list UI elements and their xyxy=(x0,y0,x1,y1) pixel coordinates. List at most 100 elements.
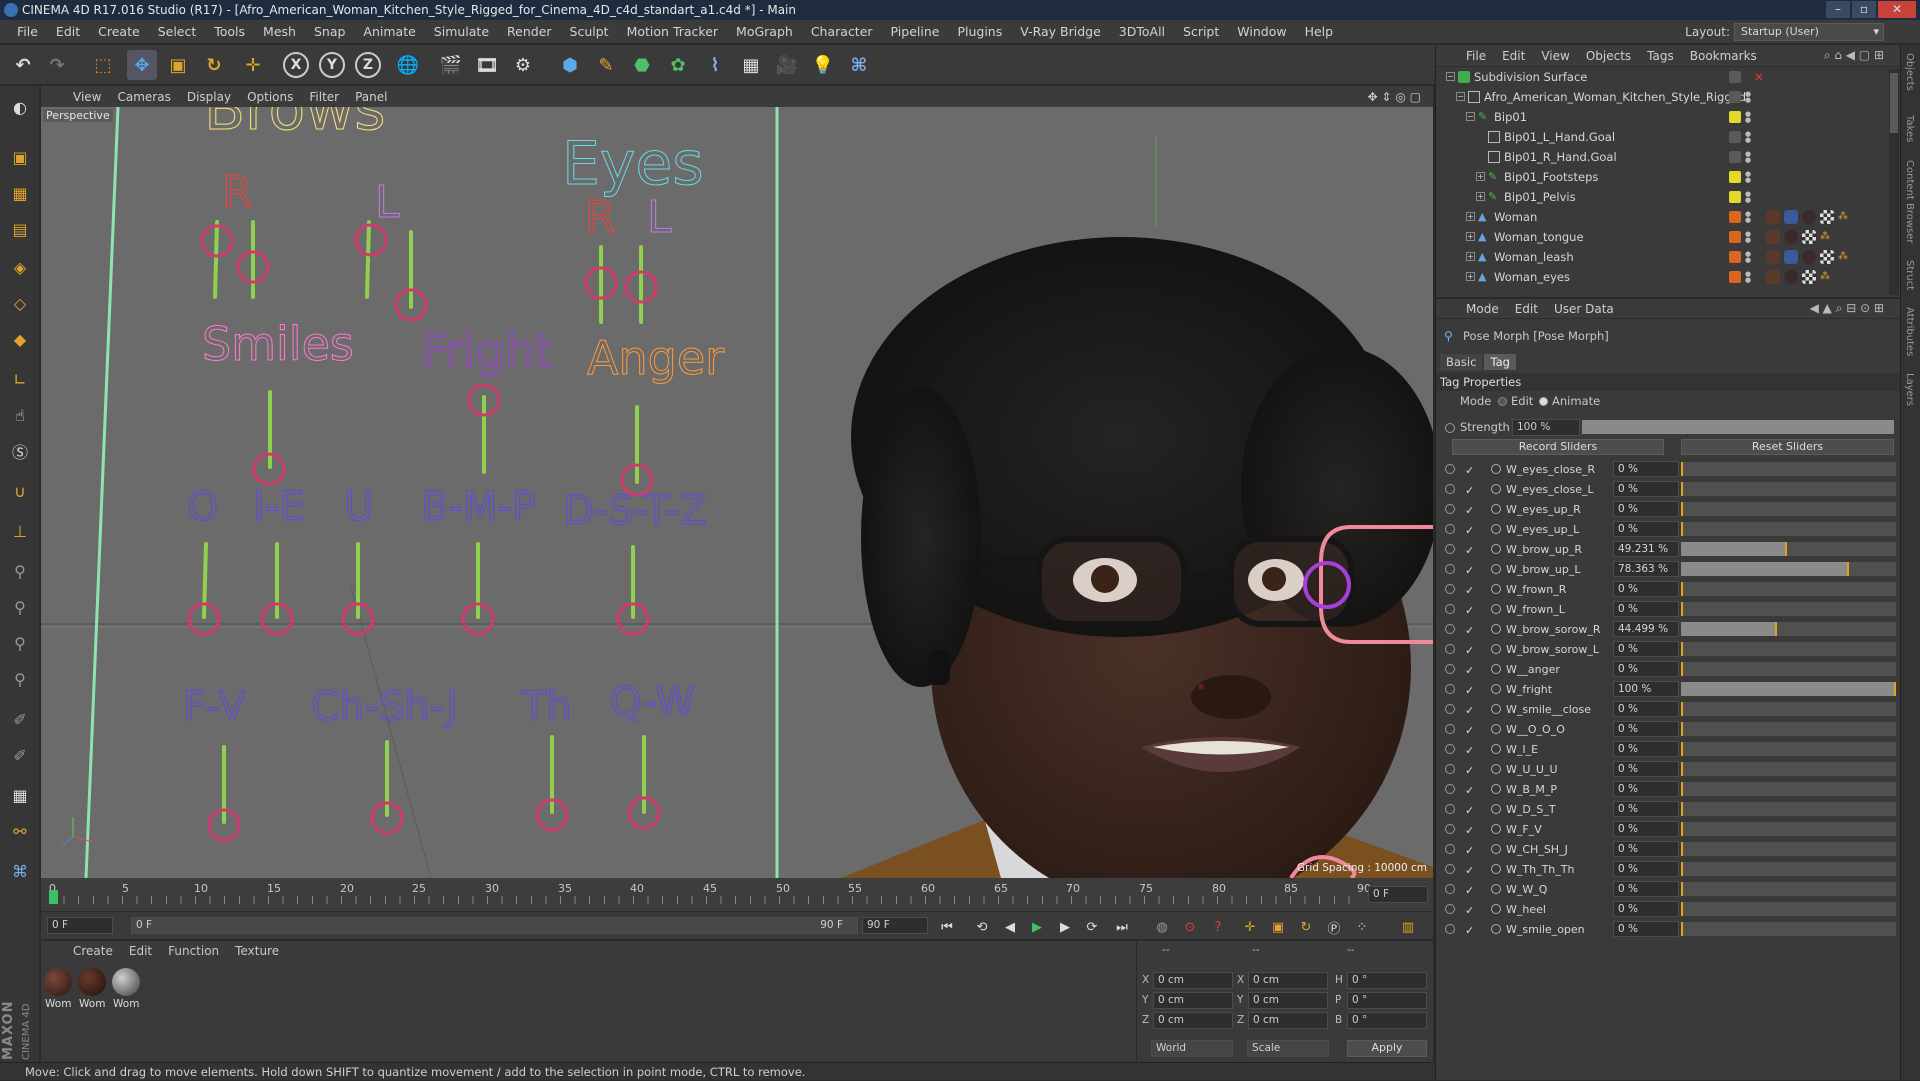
morph-row[interactable]: ✓ W_eyes_up_R 0 % xyxy=(1436,500,1901,519)
menu-mesh[interactable]: Mesh xyxy=(254,20,305,44)
morph-slider[interactable] xyxy=(1681,482,1896,496)
size-y-field[interactable]: 0 cm xyxy=(1248,992,1328,1009)
next-key-icon[interactable]: ⟳ xyxy=(1081,917,1103,937)
key-position-icon[interactable]: ✛ xyxy=(1239,917,1261,937)
pose-morph-tag-icon[interactable] xyxy=(1784,250,1798,264)
morph-value-field[interactable]: 0 % xyxy=(1613,741,1679,757)
morph-radio[interactable] xyxy=(1491,604,1501,614)
coordinate-system-icon[interactable]: 🌐 xyxy=(393,50,423,80)
animate-dot-icon[interactable] xyxy=(1445,784,1455,794)
morph-slider[interactable] xyxy=(1681,662,1896,676)
collapse-icon[interactable]: − xyxy=(1446,72,1455,81)
camera-icon[interactable]: 🎥 xyxy=(772,50,802,80)
morph-radio[interactable] xyxy=(1491,464,1501,474)
morph-row[interactable]: ✓ W_brow_up_R 49.231 % xyxy=(1436,540,1901,559)
grid-icon[interactable]: ▦ xyxy=(4,780,36,810)
enabled-checkmark-icon[interactable]: ✓ xyxy=(1465,861,1474,880)
morph-slider[interactable] xyxy=(1681,902,1896,916)
morph-slider[interactable] xyxy=(1681,682,1896,696)
go-to-end-icon[interactable]: ⏭ xyxy=(1111,917,1133,937)
mode-animate-radio[interactable] xyxy=(1539,397,1548,406)
lock-workplane-icon[interactable]: ⊥ xyxy=(4,516,36,546)
pen-spline-icon[interactable]: ✎ xyxy=(591,50,621,80)
morph-slider-handle[interactable] xyxy=(1681,522,1683,536)
enabled-checkmark-icon[interactable]: ✓ xyxy=(1465,521,1474,540)
enabled-checkmark-icon[interactable]: ✓ xyxy=(1465,721,1474,740)
3d-viewport[interactable]: Brows Eyes R L R L Smiles Fright Anger O… xyxy=(41,107,1433,878)
tree-row-afro-american-woman[interactable]: − Afro_American_Woman_Kitchen_Style_Rigg… xyxy=(1436,87,1901,107)
animate-dot-icon[interactable] xyxy=(1445,844,1455,854)
visibility-dots-icon[interactable]: ● ● xyxy=(1745,251,1751,264)
morph-radio[interactable] xyxy=(1491,584,1501,594)
enabled-checkmark-icon[interactable]: ✓ xyxy=(1465,481,1474,500)
key-parameter-icon[interactable]: Ⓟ xyxy=(1323,917,1345,937)
visibility-dots-icon[interactable]: ● ● xyxy=(1745,191,1751,204)
enabled-checkmark-icon[interactable]: ✓ xyxy=(1465,601,1474,620)
viewport-menu-display[interactable]: Display xyxy=(179,90,239,104)
morph-slider-handle[interactable] xyxy=(1681,702,1683,716)
animate-dot-icon[interactable] xyxy=(1445,544,1455,554)
visibility-dots-icon[interactable]: ● ● xyxy=(1745,131,1751,144)
menu-tools[interactable]: Tools xyxy=(205,20,254,44)
enabled-checkmark-icon[interactable]: ✓ xyxy=(1465,661,1474,680)
layer-swatch[interactable] xyxy=(1729,271,1741,283)
disabled-x-icon[interactable]: ✕ xyxy=(1754,67,1764,87)
animate-dot-icon[interactable] xyxy=(1445,644,1455,654)
pose-morph-tag-icon[interactable] xyxy=(1784,210,1798,224)
python-script-icon[interactable]: ⌘ xyxy=(4,856,36,886)
move-pose-icon[interactable]: ⚲ xyxy=(4,664,36,694)
playhead[interactable] xyxy=(49,890,58,904)
morph-value-field[interactable]: 0 % xyxy=(1613,601,1679,617)
texture-tag-icon[interactable] xyxy=(1820,250,1834,264)
animate-dot-icon[interactable] xyxy=(1445,764,1455,774)
morph-value-field[interactable]: 44.499 % xyxy=(1613,621,1679,637)
rotate-pose-icon[interactable]: ⚲ xyxy=(4,592,36,622)
make-editable-icon[interactable]: ◐ xyxy=(4,92,36,122)
animate-dot-icon[interactable] xyxy=(1445,804,1455,814)
tree-row-bip01-footsteps[interactable]: + ✎ Bip01_Footsteps ● ● xyxy=(1436,167,1901,187)
morph-radio[interactable] xyxy=(1491,804,1501,814)
enabled-checkmark-icon[interactable]: ✓ xyxy=(1465,621,1474,640)
morph-slider-handle[interactable] xyxy=(1681,462,1683,476)
size-mode-select[interactable]: Scale xyxy=(1247,1040,1329,1057)
strength-field[interactable]: 100 % xyxy=(1512,419,1580,436)
visibility-dots-icon[interactable]: ● ● xyxy=(1745,171,1751,184)
morph-slider[interactable] xyxy=(1681,842,1896,856)
current-frame-field[interactable]: 0 F xyxy=(1368,886,1428,903)
morph-slider[interactable] xyxy=(1681,522,1896,536)
morph-slider[interactable] xyxy=(1681,702,1896,716)
play-icon[interactable]: ▶ xyxy=(1026,917,1048,937)
morph-radio[interactable] xyxy=(1491,884,1501,894)
enabled-checkmark-icon[interactable]: ✓ xyxy=(1465,581,1474,600)
animate-dot-icon[interactable] xyxy=(1445,724,1455,734)
enabled-checkmark-icon[interactable]: ✓ xyxy=(1465,901,1474,920)
enabled-checkmark-icon[interactable]: ✓ xyxy=(1465,461,1474,480)
lasso-icon[interactable]: ⚯ xyxy=(4,816,36,846)
collapse-icon[interactable]: − xyxy=(1456,92,1465,101)
morph-value-field[interactable]: 0 % xyxy=(1613,781,1679,797)
visibility-dots-icon[interactable]: ● ● xyxy=(1745,151,1751,164)
morph-value-field[interactable]: 0 % xyxy=(1613,761,1679,777)
expand-icon[interactable]: + xyxy=(1466,252,1475,261)
axis-mode-icon[interactable]: ∟ xyxy=(4,364,36,394)
morph-slider-handle[interactable] xyxy=(1784,542,1787,556)
visibility-dots-icon[interactable]: ● ● xyxy=(1745,111,1751,124)
enabled-checkmark-icon[interactable]: ✓ xyxy=(1465,841,1474,860)
minimize-button[interactable]: – xyxy=(1826,1,1850,18)
material-menu-function[interactable]: Function xyxy=(160,944,227,958)
material-swatch[interactable] xyxy=(78,968,106,996)
morph-slider-handle[interactable] xyxy=(1681,662,1683,676)
morph-slider-handle[interactable] xyxy=(1894,682,1896,696)
animate-dot-icon[interactable] xyxy=(1445,664,1455,674)
morph-slider-handle[interactable] xyxy=(1774,622,1777,636)
collapse-icon[interactable]: − xyxy=(1466,112,1475,121)
morph-value-field[interactable]: 0 % xyxy=(1613,481,1679,497)
morph-slider-handle[interactable] xyxy=(1681,882,1683,896)
animate-dot-icon[interactable] xyxy=(1445,744,1455,754)
morph-row[interactable]: ✓ W_U_U_U 0 % xyxy=(1436,760,1901,779)
expand-icon[interactable]: + xyxy=(1466,212,1475,221)
morph-row[interactable]: ✓ W_frown_R 0 % xyxy=(1436,580,1901,599)
recent-tool-icon[interactable]: ✛ xyxy=(238,50,268,80)
om-menu-view[interactable]: View xyxy=(1533,49,1577,63)
animate-dot-icon[interactable] xyxy=(1445,464,1455,474)
